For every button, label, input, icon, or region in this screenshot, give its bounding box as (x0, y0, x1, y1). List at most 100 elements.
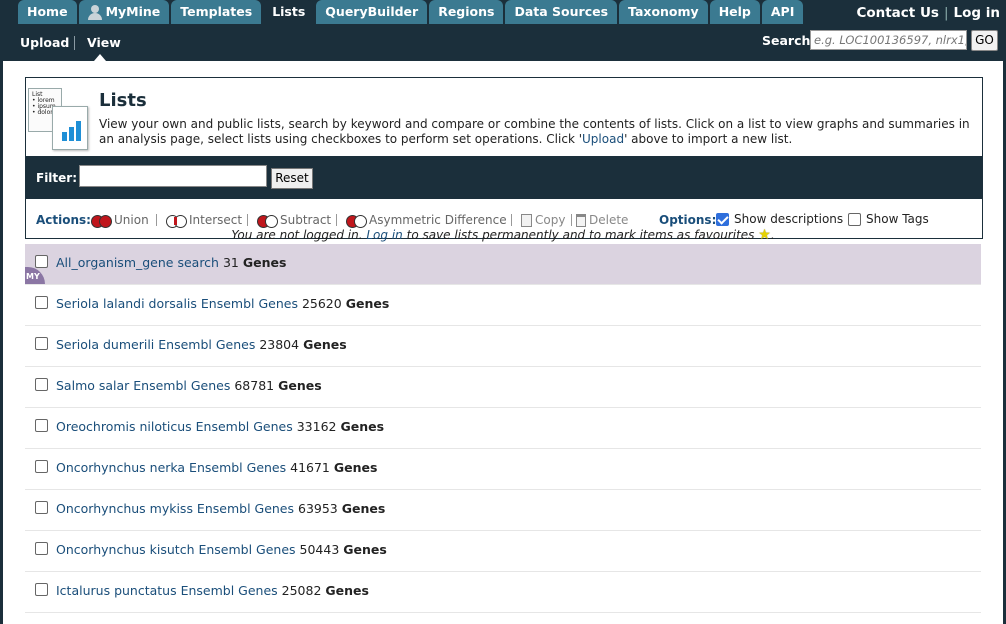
list-type: Genes (343, 542, 387, 557)
delete-button[interactable]: Delete (576, 213, 628, 227)
copy-label: Copy (535, 213, 566, 227)
notice-end: . (770, 228, 775, 242)
list-row-checkbox[interactable] (35, 378, 48, 391)
filter-bar: Filter: Reset (26, 156, 982, 199)
description-text: ' above to import a new list. (624, 132, 793, 146)
copy-button[interactable]: Copy (521, 213, 565, 227)
list-row[interactable]: Oncorhynchus mykiss Ensembl Genes 63953 … (25, 490, 981, 531)
tab-label: Home (27, 4, 68, 19)
tab-help[interactable]: Help (709, 0, 760, 24)
list-row-checkbox[interactable] (35, 542, 48, 555)
search-input[interactable]: e.g. LOC100136597, nlrx1, hnf1bb (810, 30, 967, 50)
intersect-label: Intersect (189, 213, 243, 227)
tab-label: Regions (438, 4, 495, 19)
description-text: View your own and public lists, search b… (99, 117, 970, 146)
tab-label: Taxonomy (628, 4, 699, 19)
list-row[interactable]: All_organism_gene search 31 Genes MY (25, 244, 981, 285)
list-type: Genes (325, 583, 369, 598)
list-row-checkbox[interactable] (35, 419, 48, 432)
intersect-icon (166, 214, 187, 228)
show-tags-option[interactable]: Show Tags (848, 212, 929, 226)
show-tags-checkbox[interactable] (848, 212, 861, 226)
favourite-star-icon: ★ (758, 227, 771, 243)
union-button[interactable]: Union (91, 213, 149, 228)
list-row[interactable]: Oncorhynchus nerka Ensembl Genes 41671 G… (25, 449, 981, 490)
show-descriptions-checkbox[interactable] (716, 212, 729, 226)
list-row-text: Seriola dumerili Ensembl Genes 23804 Gen… (56, 337, 347, 352)
tab-regions[interactable]: Regions (429, 0, 504, 24)
contact-us-link[interactable]: Contact Us (856, 0, 939, 24)
reset-button[interactable]: Reset (271, 168, 313, 189)
lists-table: All_organism_gene search 31 Genes MY Ser… (25, 244, 981, 613)
notice-login-link[interactable]: Log in (366, 228, 402, 242)
list-row-checkbox[interactable] (35, 501, 48, 514)
user-icon (87, 4, 102, 20)
list-name-link[interactable]: Seriola lalandi dorsalis Ensembl Genes (56, 296, 298, 311)
filter-input[interactable] (79, 165, 267, 187)
intersect-button[interactable]: Intersect (166, 213, 243, 228)
list-name-link[interactable]: Oncorhynchus nerka Ensembl Genes (56, 460, 286, 475)
upload-link[interactable]: Upload (20, 35, 69, 50)
link-separator: | (943, 5, 949, 21)
list-count: 31 (222, 255, 239, 270)
list-name-link[interactable]: All_organism_gene search (56, 255, 219, 270)
list-row[interactable]: Seriola lalandi dorsalis Ensembl Genes 2… (25, 285, 981, 326)
list-name-link[interactable]: Oreochromis niloticus Ensembl Genes (56, 419, 293, 434)
list-row-checkbox[interactable] (35, 337, 48, 350)
tab-data-sources[interactable]: Data Sources (505, 0, 618, 24)
list-count: 41671 (290, 460, 330, 475)
page-description: View your own and public lists, search b… (99, 117, 979, 147)
list-name-link[interactable]: Oncorhynchus mykiss Ensembl Genes (56, 501, 294, 516)
page-title: Lists (99, 90, 147, 111)
login-link[interactable]: Log in (954, 0, 1000, 24)
list-name-link[interactable]: Ictalurus punctatus Ensembl Genes (56, 583, 278, 598)
list-row[interactable]: Oreochromis niloticus Ensembl Genes 3316… (25, 408, 981, 449)
asymmetric-difference-button[interactable]: Asymmetric Difference (346, 213, 507, 228)
list-type: Genes (278, 378, 322, 393)
icon-bar (69, 127, 74, 141)
tab-label: API (770, 4, 795, 19)
list-row-text: Oncorhynchus kisutch Ensembl Genes 50443… (56, 542, 387, 557)
list-row[interactable]: Seriola dumerili Ensembl Genes 23804 Gen… (25, 326, 981, 367)
tab-home[interactable]: Home (18, 0, 77, 24)
login-notice: You are not logged in. Log in to save li… (3, 228, 1003, 242)
tab-label: QueryBuilder (325, 4, 419, 19)
list-row[interactable]: Ictalurus punctatus Ensembl Genes 25082 … (25, 572, 981, 613)
sub-navigation: Upload View Search: e.g. LOC100136597, n… (0, 24, 1006, 61)
main-content: List • lorem • ipsum • dolor Lists View … (3, 61, 1003, 624)
list-name-link[interactable]: Seriola dumerili Ensembl Genes (56, 337, 255, 352)
upload-inline-link[interactable]: Upload (582, 132, 624, 146)
show-tags-label: Show Tags (866, 212, 929, 226)
go-button[interactable]: GO (971, 30, 998, 51)
list-row-checkbox[interactable] (35, 583, 48, 596)
list-row-checkbox[interactable] (35, 460, 48, 473)
tab-api[interactable]: API (761, 0, 804, 24)
list-type: Genes (341, 501, 386, 516)
list-count: 50443 (299, 542, 340, 557)
tab-querybuilder[interactable]: QueryBuilder (316, 0, 428, 24)
show-descriptions-option[interactable]: Show descriptions (716, 212, 843, 226)
list-row-text: All_organism_gene search 31 Genes (56, 255, 286, 270)
tab-taxonomy[interactable]: Taxonomy (619, 0, 708, 24)
tab-lists[interactable]: Lists (263, 0, 315, 24)
list-row[interactable]: Salmo salar Ensembl Genes 68781 Genes (25, 367, 981, 408)
list-row-checkbox[interactable] (35, 255, 48, 268)
list-type: Genes (333, 460, 378, 475)
list-row-checkbox[interactable] (35, 296, 48, 309)
list-count: 23804 (259, 337, 300, 352)
list-name-link[interactable]: Oncorhynchus kisutch Ensembl Genes (56, 542, 296, 557)
list-type: Genes (242, 255, 287, 270)
list-count: 68781 (234, 378, 275, 393)
list-name-link[interactable]: Salmo salar Ensembl Genes (56, 378, 230, 393)
show-descriptions-label: Show descriptions (734, 212, 844, 226)
list-count: 33162 (296, 419, 337, 434)
action-divider (336, 214, 337, 226)
lists-panel: List • lorem • ipsum • dolor Lists View … (25, 77, 983, 239)
view-link[interactable]: View (87, 35, 121, 50)
subtract-button[interactable]: Subtract (257, 213, 331, 228)
lists-icon: List • lorem • ipsum • dolor (28, 88, 90, 152)
asymmetric-difference-icon (346, 214, 367, 228)
tab-templates[interactable]: Templates (171, 0, 262, 24)
tab-mymine[interactable]: MyMine (78, 0, 170, 24)
list-row[interactable]: Oncorhynchus kisutch Ensembl Genes 50443… (25, 531, 981, 572)
